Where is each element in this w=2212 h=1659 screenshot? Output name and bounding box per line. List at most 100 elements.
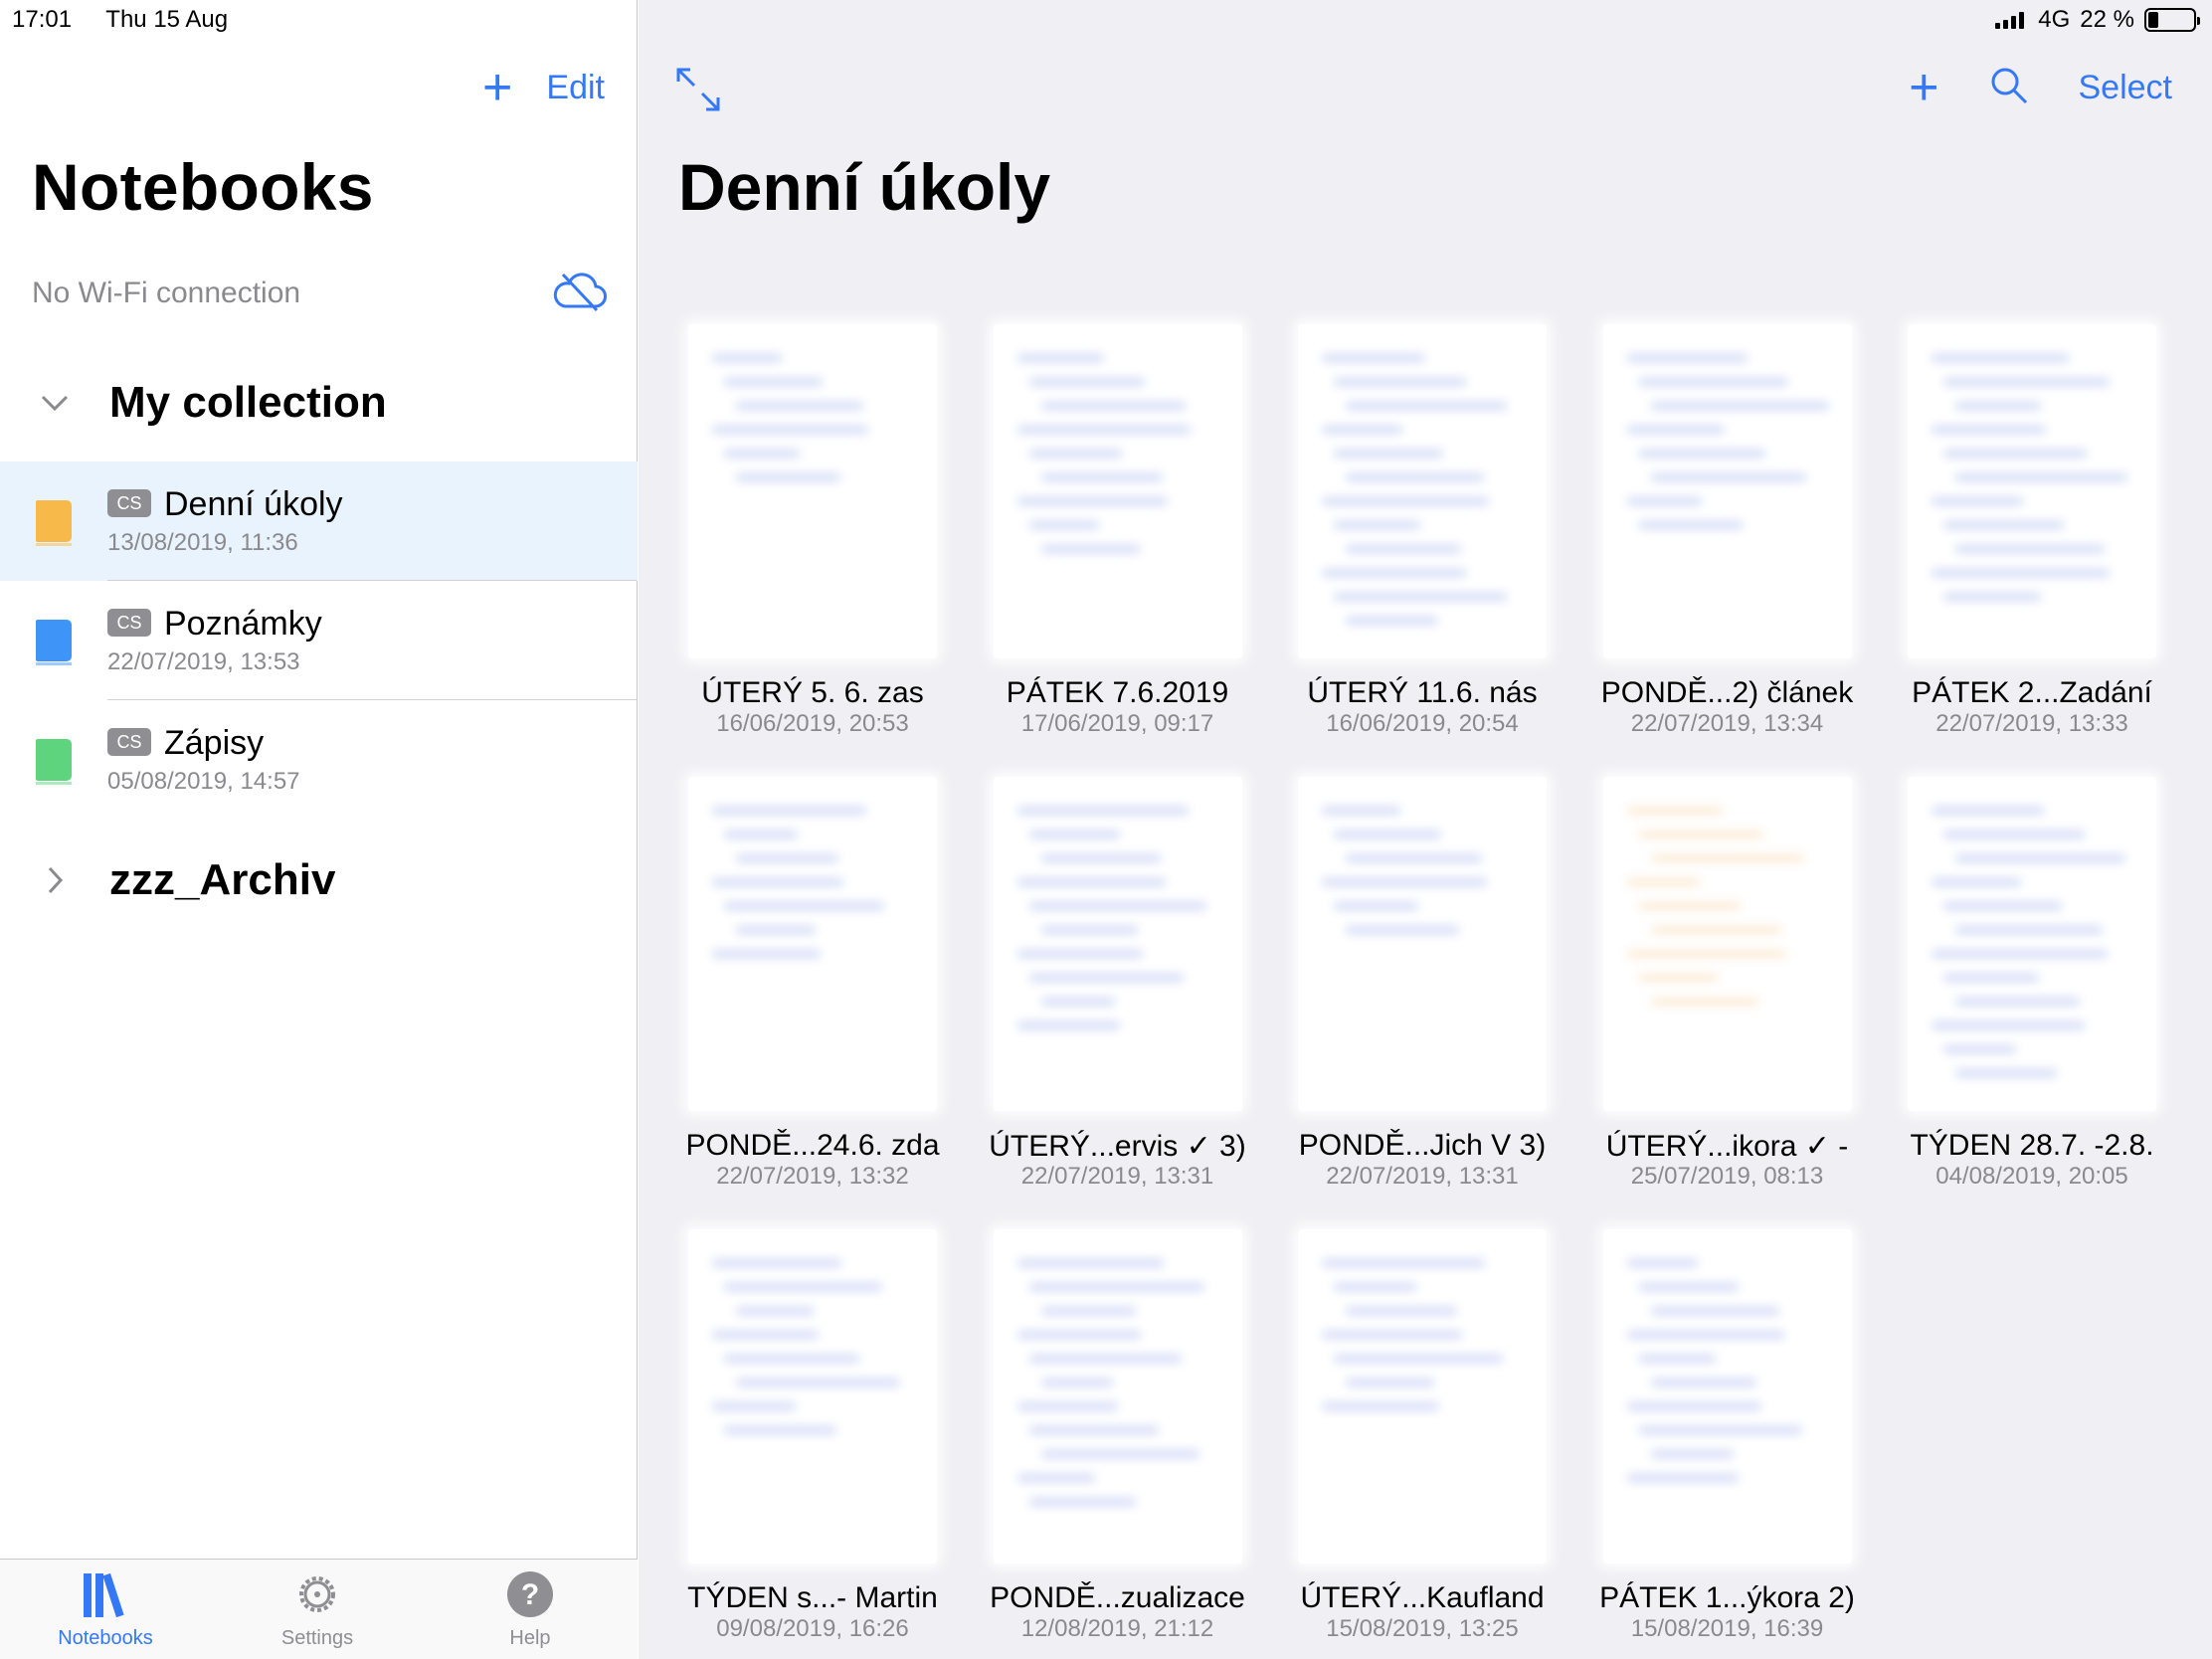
handwriting-line (1322, 878, 1487, 886)
add-notebook-button[interactable]: + (482, 62, 512, 113)
handwriting-line (736, 473, 840, 481)
page-thumbnail-card[interactable]: ÚTERÝ...ikora ✓ -25/07/2019, 08:13 (1583, 771, 1872, 1190)
page-date-label: 12/08/2019, 21:12 (1020, 1615, 1214, 1642)
app-window: { "status_bar": { "time": "17:01", "date… (0, 0, 2212, 1659)
handwriting-line (1955, 1069, 2057, 1077)
page-title-label: PÁTEK 7.6.2019 (1006, 676, 1229, 709)
page-date-label: 16/06/2019, 20:54 (1326, 710, 1519, 737)
handwriting-line (712, 1402, 796, 1410)
handwriting-line (1626, 878, 1700, 886)
handwriting-line (1943, 1045, 2016, 1053)
handwriting-line (1016, 878, 1166, 886)
handwriting-line (1626, 807, 1723, 815)
handwriting-line (1040, 854, 1161, 862)
page-thumbnail-card[interactable]: TÝDEN 28.7. -2.8. 04/08/2019, 20:05 (1888, 771, 2176, 1190)
collection-name: zzz_Archiv (109, 855, 336, 904)
handwriting-line (1040, 473, 1163, 481)
handwriting-line (1955, 473, 2127, 481)
handwriting-line (1638, 902, 1741, 910)
handwriting-line (1943, 521, 2064, 529)
handwriting-line (1650, 1307, 1779, 1315)
handwriting-line (1028, 521, 1099, 529)
chevron-down-icon (0, 393, 109, 413)
page-thumbnail-card[interactable]: PONDĚ...zualizace 12/08/2019, 21:12 (974, 1223, 1262, 1642)
handwriting-line (1322, 807, 1400, 815)
handwriting-line (1943, 378, 2110, 386)
handwriting-line (1016, 1331, 1141, 1339)
handwriting-line (1932, 1021, 2085, 1029)
select-button[interactable]: Select (2079, 69, 2173, 107)
page-title-label: TÝDEN 28.7. -2.8. (1910, 1129, 2154, 1162)
handwriting-line (736, 1307, 814, 1315)
tab-settings[interactable]: Settings (248, 1569, 387, 1650)
page-thumbnail-card[interactable]: PONDĚ...2) článek 22/07/2019, 13:34 (1583, 318, 1872, 737)
expand-icon[interactable] (674, 66, 722, 113)
page-thumbnail-card[interactable]: TÝDEN s...- Martin 09/08/2019, 16:26 (668, 1223, 957, 1642)
battery-icon (2144, 8, 2200, 32)
cloud-offline-icon[interactable] (551, 271, 609, 317)
handwriting-line (1943, 830, 2085, 838)
page-title-label: PONDĚ...zualizace (990, 1581, 1245, 1614)
page-title-label: TÝDEN s...- Martin (687, 1581, 938, 1614)
handwriting-line (1040, 545, 1140, 553)
cellular-signal-icon (1995, 11, 2025, 29)
handwriting-line (1016, 354, 1104, 362)
sidebar-title: Notebooks (32, 150, 374, 224)
collection-my-collection[interactable]: My collection (0, 348, 638, 458)
search-icon[interactable] (1989, 66, 2029, 110)
svg-text:?: ? (521, 1578, 539, 1611)
handwriting-line (1322, 354, 1425, 362)
handwriting-line (1322, 1259, 1485, 1267)
handwriting-line (1334, 450, 1443, 458)
handwriting-line (724, 1355, 859, 1363)
page-thumbnail-card[interactable]: PONDĚ...Jich V 3) 22/07/2019, 13:31 (1278, 771, 1567, 1190)
language-badge: CS (107, 728, 151, 756)
collection-zzz-archiv[interactable]: zzz_Archiv (0, 826, 638, 935)
handwriting-line (1040, 1450, 1199, 1458)
page-thumbnail-card[interactable]: PÁTEK 7.6.2019 17/06/2019, 09:17 (974, 318, 1262, 737)
handwriting-line (1028, 830, 1120, 838)
page-thumbnail-card[interactable]: ÚTERÝ...ervis ✓ 3) 22/07/2019, 13:31 (974, 771, 1262, 1190)
edit-button[interactable]: Edit (546, 69, 605, 107)
tab-help[interactable]: ? Help (461, 1569, 600, 1650)
page-thumbnail-card[interactable]: PÁTEK 2...Zadání 22/07/2019, 13:33 (1888, 318, 2176, 737)
handwriting-line (1040, 1307, 1136, 1315)
page-thumbnail-card[interactable]: PÁTEK 1...ýkora 2) 15/08/2019, 16:39 (1583, 1223, 1872, 1642)
handwriting-line (1650, 473, 1806, 481)
page-preview (1602, 1229, 1852, 1564)
main-toolbar: + Select (1909, 62, 2172, 113)
handwriting-line (1638, 521, 1743, 529)
notebook-item-denni-ukoly[interactable]: CS Denní úkoly 13/08/2019, 11:36 (0, 461, 638, 581)
page-thumbnail-card[interactable]: ÚTERÝ...Kaufland 15/08/2019, 13:25 (1278, 1223, 1567, 1642)
notebook-item-poznamky[interactable]: CS Poznámky 22/07/2019, 13:53 (0, 581, 638, 700)
tab-label: Help (509, 1627, 551, 1649)
handwriting-line (724, 450, 800, 458)
page-title-label: PONDĚ...24.6. zda (685, 1129, 940, 1162)
handwriting-line (1334, 902, 1418, 910)
handwriting-line (1638, 974, 1718, 982)
page-date-label: 17/06/2019, 09:17 (1020, 710, 1214, 737)
handwriting-line (1346, 617, 1438, 625)
notebook-name: Poznámky (164, 605, 322, 643)
handwriting-line (1040, 998, 1115, 1006)
handwriting-line (712, 354, 782, 362)
add-page-button[interactable]: + (1909, 62, 1938, 113)
handwriting-line (1943, 593, 2041, 601)
tab-bar: Notebooks Settings ? Help (0, 1559, 638, 1659)
notebook-item-zapisy[interactable]: CS Zápisy 05/08/2019, 14:57 (0, 700, 638, 820)
handwriting-line (1016, 1021, 1120, 1029)
page-thumbnail-card[interactable]: ÚTERÝ 5. 6. zas 16/06/2019, 20:53 (668, 318, 957, 737)
handwriting-line (1932, 569, 2110, 577)
handwriting-line (1943, 450, 2087, 458)
notebook-date: 13/08/2019, 11:36 (107, 529, 298, 556)
handwriting-line (1932, 354, 2069, 362)
handwriting-line (1932, 497, 2023, 505)
connection-status-text: No Wi-Fi connection (32, 276, 301, 309)
status-bar-right: 4G 22 % (1995, 6, 2200, 34)
handwriting-line (1334, 378, 1466, 386)
page-thumbnail-card[interactable]: PONDĚ...24.6. zda 22/07/2019, 13:32 (668, 771, 957, 1190)
page-date-label: 22/07/2019, 13:32 (716, 1163, 909, 1190)
notebook-date: 22/07/2019, 13:53 (107, 648, 300, 675)
tab-notebooks[interactable]: Notebooks (36, 1569, 175, 1650)
page-thumbnail-card[interactable]: ÚTERÝ 11.6. nás 16/06/2019, 20:54 (1278, 318, 1567, 737)
